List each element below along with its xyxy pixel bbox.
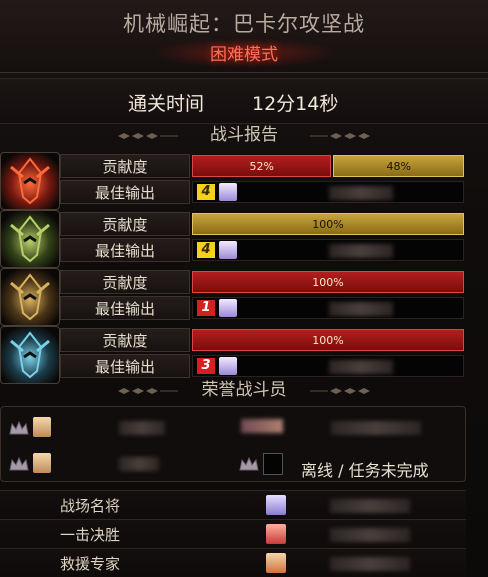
- ornament-right-icon: [310, 133, 370, 139]
- hidden-name: [329, 244, 393, 258]
- difficulty-mode: 困难模式: [210, 45, 278, 65]
- best-output-row: 4: [192, 239, 464, 261]
- contribution-bar-segment: 100%: [192, 271, 464, 293]
- award-row: 一击决胜: [0, 519, 466, 548]
- award-row: 战场名将: [0, 490, 466, 519]
- blue-mech-helm-icon[interactable]: [0, 326, 60, 384]
- best-output-row: 3: [192, 355, 464, 377]
- player-avatar[interactable]: [33, 417, 51, 437]
- contribution-label: 贡献度: [60, 154, 190, 178]
- hidden-name: [330, 528, 410, 542]
- ornament-left-icon: [118, 388, 178, 394]
- player-row: 贡献度 最佳输出 100% 4: [0, 210, 466, 268]
- contribution-bar: 52% 48%: [192, 155, 464, 177]
- player-row: 贡献度 最佳输出 100% 3: [0, 326, 466, 384]
- award-label: 一击决胜: [59, 526, 120, 544]
- best-output-label: 最佳输出: [60, 296, 190, 320]
- rank-badge: 4: [197, 242, 215, 258]
- best-output-label: 最佳输出: [60, 354, 190, 378]
- contribution-label: 贡献度: [60, 212, 190, 236]
- hidden-name: [119, 457, 159, 471]
- award-label: 救援专家: [59, 555, 120, 573]
- best-output-label: 最佳输出: [60, 238, 190, 262]
- honor-title: 荣誉战斗员: [201, 380, 287, 400]
- clear-time-row: 通关时间 12分14秒: [0, 78, 488, 124]
- dungeon-title: 机械崛起：巴卡尔攻坚战: [123, 12, 365, 36]
- best-output-label: 最佳输出: [60, 180, 190, 204]
- result-header: 机械崛起：巴卡尔攻坚战 困难模式: [0, 0, 488, 73]
- contribution-bar: 100%: [192, 329, 464, 351]
- honor-header: 荣誉战斗员: [0, 378, 488, 402]
- hidden-name: [329, 186, 393, 200]
- crown-icon: [9, 457, 29, 471]
- clear-time-label: 通关时间: [128, 93, 205, 115]
- battle-report-title: 战斗报告: [210, 125, 278, 145]
- crown-icon: [9, 421, 29, 435]
- contribution-bar: 100%: [192, 213, 464, 235]
- hidden-name: [241, 419, 283, 433]
- contribution-bar-segment: 48%: [333, 155, 464, 177]
- award-row: 救援专家: [0, 548, 466, 577]
- player-avatar[interactable]: [219, 241, 237, 259]
- hidden-name: [119, 421, 165, 435]
- gold-mech-helm-icon[interactable]: [0, 268, 60, 326]
- player-row: 贡献度 最佳输出 52% 48% 4: [0, 152, 466, 210]
- contribution-bar-segment: 100%: [192, 213, 464, 235]
- player-row: 贡献度 最佳输出 100% 1: [0, 268, 466, 326]
- hidden-name: [330, 557, 410, 571]
- best-output-row: 4: [192, 181, 464, 203]
- rank-badge: 3: [197, 358, 215, 374]
- award-label: 战场名将: [59, 497, 120, 515]
- player-avatar[interactable]: [266, 524, 286, 544]
- honor-fighters-box: 离线 / 任务未完成: [0, 406, 466, 482]
- rank-badge: 1: [197, 300, 215, 316]
- player-avatar[interactable]: [266, 495, 286, 515]
- clear-time-value: 12分14秒: [252, 93, 339, 115]
- hidden-name: [329, 302, 393, 316]
- offline-status: 离线 / 任务未完成: [301, 461, 429, 480]
- player-avatar[interactable]: [219, 183, 237, 201]
- player-avatar[interactable]: [219, 299, 237, 317]
- contribution-label: 贡献度: [60, 328, 190, 352]
- contribution-bar-segment: 52%: [192, 155, 332, 177]
- crown-icon: [239, 457, 259, 471]
- contribution-bar-segment: 100%: [192, 329, 464, 351]
- hidden-name: [330, 499, 410, 513]
- contribution-bar: 100%: [192, 271, 464, 293]
- ornament-right-icon: [310, 388, 370, 394]
- red-mech-helm-icon[interactable]: [0, 152, 60, 210]
- player-avatar[interactable]: [266, 553, 286, 573]
- rank-badge: 4: [197, 184, 215, 200]
- hidden-name: [329, 360, 393, 374]
- green-mech-helm-icon[interactable]: [0, 210, 60, 268]
- empty-avatar-slot: [263, 453, 283, 475]
- battle-report-header: 战斗报告: [0, 123, 488, 147]
- player-avatar[interactable]: [33, 453, 51, 473]
- player-avatar[interactable]: [219, 357, 237, 375]
- best-output-row: 1: [192, 297, 464, 319]
- hidden-name: [331, 421, 421, 435]
- contribution-label: 贡献度: [60, 270, 190, 294]
- ornament-left-icon: [118, 133, 178, 139]
